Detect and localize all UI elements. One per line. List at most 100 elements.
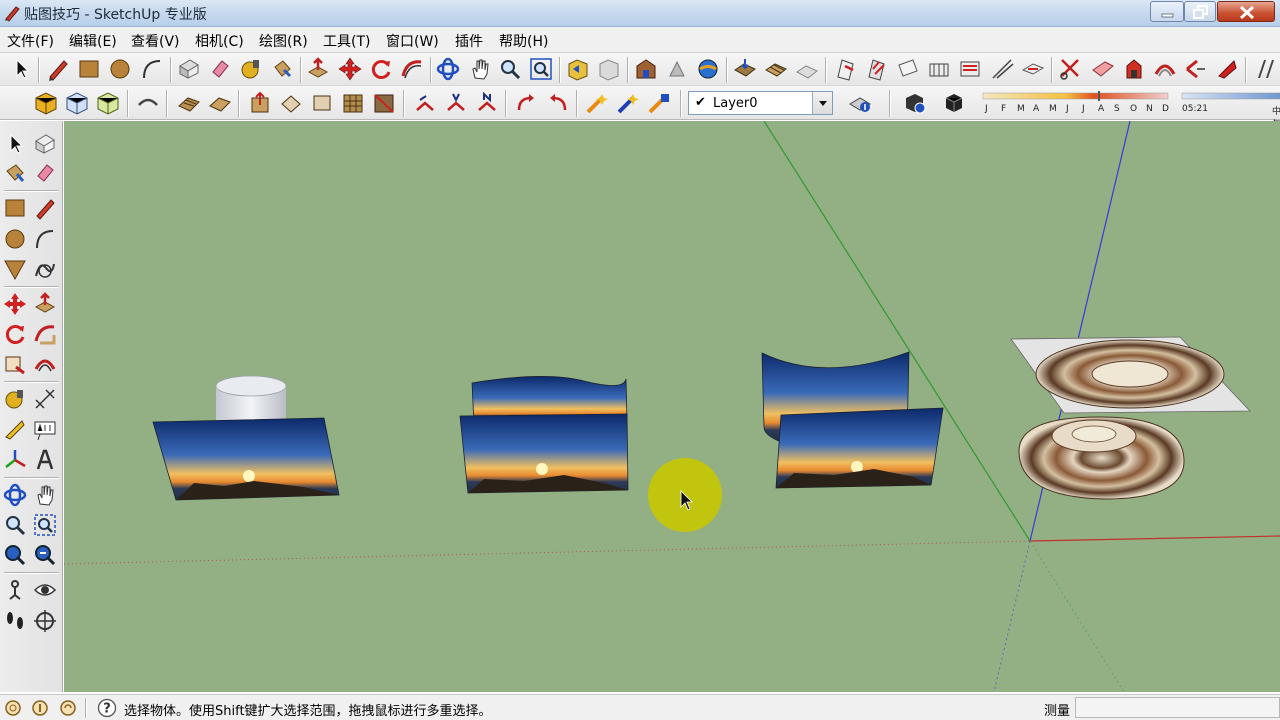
soften-edges-button[interactable]	[1090, 56, 1116, 82]
align-j-button[interactable]	[412, 90, 438, 116]
eraser-tool-button[interactable]	[32, 160, 58, 186]
freehand-tool-button[interactable]	[32, 256, 58, 282]
display-section-planes-button[interactable]	[864, 56, 890, 82]
smooth-edge-button[interactable]	[309, 90, 335, 116]
close-button[interactable]	[1217, 1, 1275, 22]
push-pull-button[interactable]	[305, 56, 331, 82]
3d-viewport[interactable]	[64, 121, 1280, 692]
3d-text-button[interactable]	[1020, 56, 1046, 82]
line-tool-button[interactable]	[45, 56, 71, 82]
rotate-tool-button[interactable]	[368, 56, 394, 82]
month-slider[interactable]	[980, 90, 1280, 104]
select-tool-button[interactable]	[2, 131, 28, 157]
layer-manager-button[interactable]	[847, 90, 873, 116]
paint-bucket-button[interactable]	[2, 160, 28, 186]
align-v-button[interactable]	[443, 90, 469, 116]
display-shadows-button[interactable]	[941, 90, 967, 116]
google-earth-button[interactable]	[695, 56, 721, 82]
menu-tools[interactable]: 工具(T)	[323, 31, 370, 51]
arc-tool-button[interactable]	[32, 226, 58, 252]
tape-measure-button[interactable]	[2, 386, 28, 412]
rug-plane[interactable]	[1010, 336, 1251, 414]
move-tool-button[interactable]	[2, 291, 28, 317]
texture-flip-button[interactable]	[371, 90, 397, 116]
shadow-settings-button[interactable]	[902, 90, 928, 116]
walk-tool-button[interactable]	[2, 608, 28, 634]
menu-help[interactable]: 帮助(H)	[499, 31, 548, 51]
patterned-dome[interactable]	[1018, 416, 1185, 500]
menu-plugins[interactable]: 插件	[455, 31, 483, 51]
select-tool-button[interactable]	[8, 56, 34, 82]
protractor-tool-button[interactable]	[926, 56, 952, 82]
walkthrough-button[interactable]	[1252, 56, 1278, 82]
polygon-tool-button[interactable]	[2, 256, 28, 282]
sketchup-app-icon[interactable]	[3, 4, 21, 22]
geo-location-icon[interactable]	[4, 699, 22, 717]
line-tool-button[interactable]	[32, 195, 58, 221]
section-plane-button[interactable]	[32, 608, 58, 634]
model-scene[interactable]	[64, 121, 1280, 692]
dimension-tool-button[interactable]	[895, 56, 921, 82]
zoom-tool-button[interactable]	[2, 512, 28, 538]
layer-dropdown-arrow[interactable]	[812, 92, 832, 114]
plugin-tool-2-button[interactable]	[615, 90, 641, 116]
scale-tool-button[interactable]	[2, 351, 28, 377]
credits-icon[interactable]	[31, 699, 49, 717]
follow-me-button[interactable]	[399, 56, 425, 82]
intersect-button[interactable]	[1058, 56, 1084, 82]
add-detail-button[interactable]	[247, 90, 273, 116]
textured-poster-2[interactable]	[459, 413, 629, 494]
textured-poster-3[interactable]	[775, 407, 944, 489]
offset-tool-button[interactable]	[1152, 56, 1178, 82]
rotate-tool-button[interactable]	[2, 321, 28, 347]
previous-zoom-button[interactable]	[32, 542, 58, 568]
3d-text-button[interactable]	[32, 447, 58, 473]
plugin-tool-1-button[interactable]	[584, 90, 610, 116]
make-component-button[interactable]	[32, 131, 58, 157]
protractor-tool-button[interactable]	[2, 417, 28, 443]
text-tool-button[interactable]	[957, 56, 983, 82]
restore-button[interactable]	[1184, 1, 1216, 22]
sign-in-icon[interactable]	[59, 699, 77, 717]
scale-tool-button[interactable]	[1183, 56, 1209, 82]
dimension-tool-button[interactable]	[32, 386, 58, 412]
shaded-view-button[interactable]	[95, 90, 121, 116]
text-tool-button[interactable]	[32, 417, 58, 443]
wireframe-view-button[interactable]	[64, 90, 90, 116]
drape-button[interactable]	[207, 90, 233, 116]
zoom-extents-button[interactable]	[528, 56, 554, 82]
rotate-left-button[interactable]	[513, 90, 539, 116]
eraser-tool-button[interactable]	[207, 56, 233, 82]
sandbox-from-contours-button[interactable]	[732, 56, 758, 82]
offset-tool-button[interactable]	[32, 351, 58, 377]
follow-me-button[interactable]	[32, 321, 58, 347]
outer-shell-button[interactable]	[1121, 56, 1147, 82]
orbit-tool-button[interactable]	[435, 56, 461, 82]
make-component-button[interactable]	[176, 56, 202, 82]
align-n-button[interactable]	[474, 90, 500, 116]
arc-tool-button[interactable]	[139, 56, 165, 82]
previous-view-button[interactable]	[565, 56, 591, 82]
rectangle-tool-button[interactable]	[2, 195, 28, 221]
tape-measure-button[interactable]	[238, 56, 264, 82]
push-pull-button[interactable]	[32, 291, 58, 317]
position-camera-button[interactable]	[2, 577, 28, 603]
section-plane-button[interactable]	[833, 56, 859, 82]
axes-tool-button[interactable]	[2, 447, 28, 473]
flip-along-button[interactable]	[1214, 56, 1240, 82]
menu-view[interactable]: 查看(V)	[131, 31, 180, 51]
measurements-input[interactable]	[1075, 697, 1280, 718]
circle-tool-button[interactable]	[2, 226, 28, 252]
next-view-button[interactable]	[596, 56, 622, 82]
iso-view-button[interactable]	[33, 90, 59, 116]
rectangle-tool-button[interactable]	[76, 56, 102, 82]
menu-draw[interactable]: 绘图(R)	[259, 31, 308, 51]
pan-tool-button[interactable]	[32, 482, 58, 508]
sandbox-drape-button[interactable]	[135, 90, 161, 116]
layer-dropdown[interactable]: ✔ Layer0	[688, 91, 833, 115]
textured-poster-1[interactable]	[152, 417, 340, 501]
orbit-tool-button[interactable]	[2, 482, 28, 508]
axes-tool-button[interactable]	[989, 56, 1015, 82]
look-around-button[interactable]	[32, 577, 58, 603]
paint-bucket-button[interactable]	[269, 56, 295, 82]
